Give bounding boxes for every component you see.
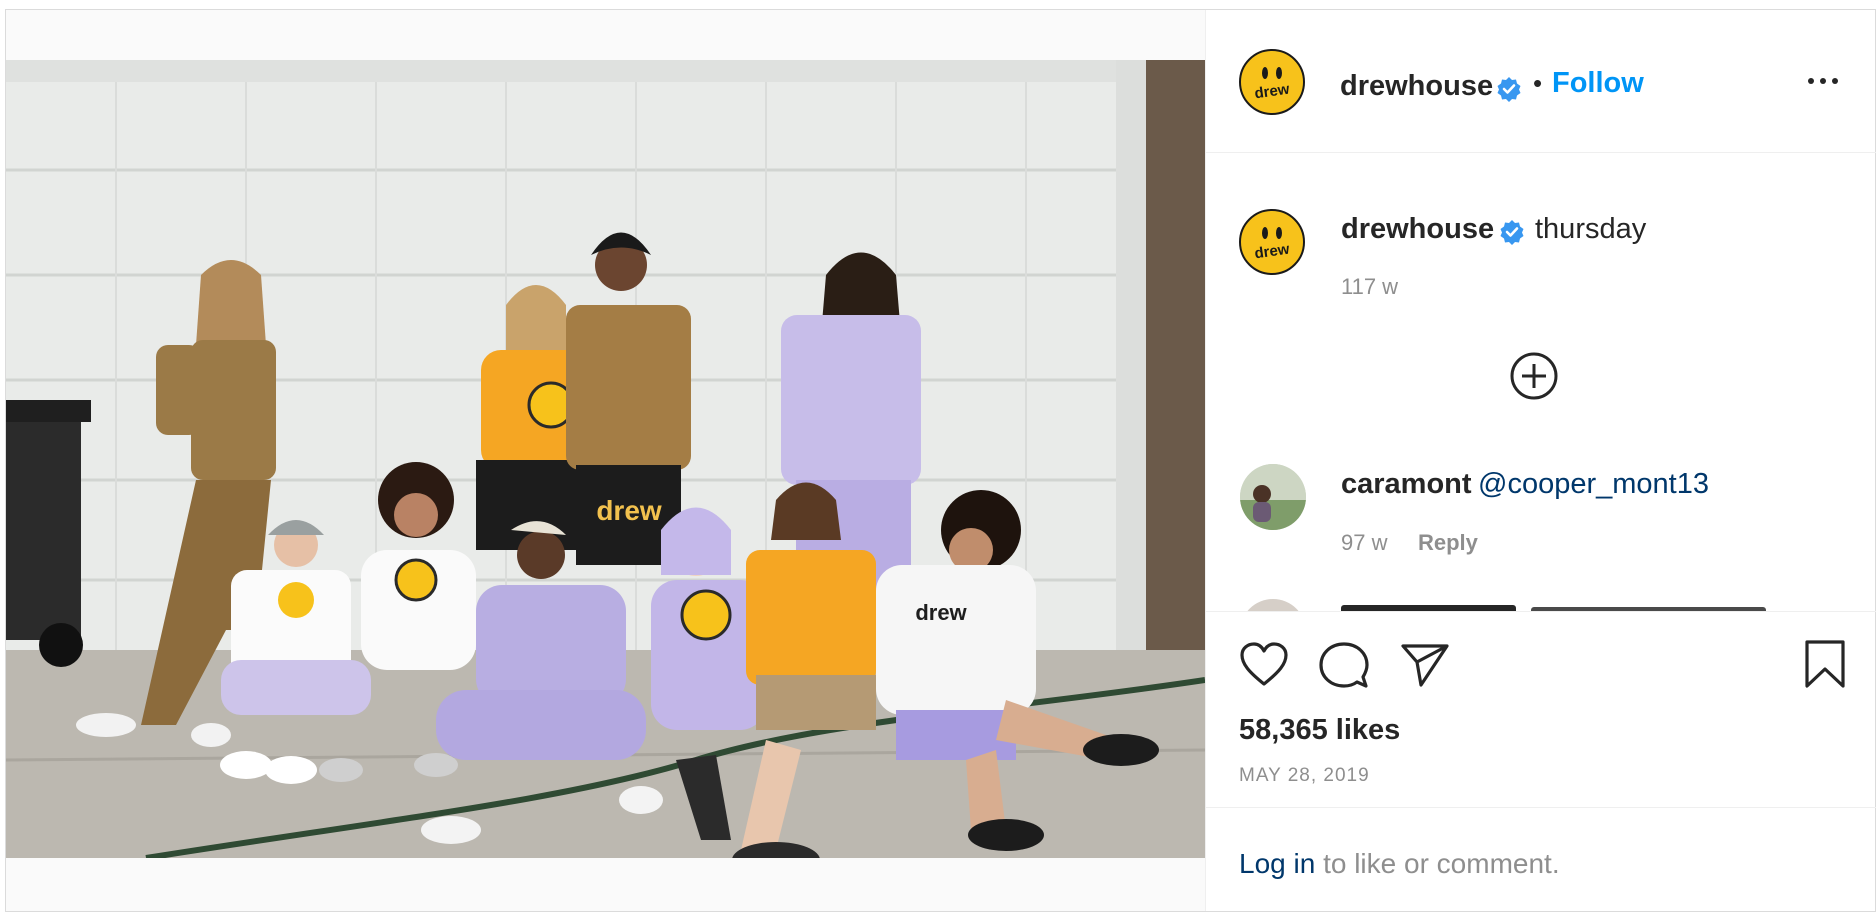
profile-photo-icon — [1240, 464, 1306, 530]
paper-plane-icon[interactable] — [1400, 642, 1450, 688]
login-prompt-rest: to like or comment. — [1315, 848, 1560, 879]
heart-icon[interactable] — [1239, 642, 1289, 688]
comment-username[interactable]: caramont — [1341, 468, 1472, 501]
shirt-drew-text: drew — [915, 600, 967, 625]
smiley-logo-icon: drew — [1253, 227, 1291, 263]
comment-bubble-icon[interactable] — [1319, 641, 1369, 689]
shorts-drew-text: drew — [596, 495, 662, 526]
group-photo-illustration: drew drew — [6, 60, 1205, 858]
clipped-comment-preview — [1341, 605, 1766, 611]
author-avatar[interactable]: drew — [1239, 49, 1305, 115]
comments-section: drew drewhouse thursday 117 w caramont @… — [1206, 153, 1876, 611]
likes-count[interactable]: 58,365 likes — [1239, 714, 1400, 747]
comment-mention[interactable]: @cooper_mont13 — [1478, 468, 1709, 501]
comment-time[interactable]: 97 w — [1341, 530, 1387, 556]
actions-section: 58,365 likes MAY 28, 2019 Log in to like… — [1206, 611, 1876, 911]
reply-button[interactable]: Reply — [1418, 530, 1478, 556]
commenter-avatar[interactable] — [1240, 464, 1306, 530]
caption-author-avatar[interactable]: drew — [1239, 209, 1305, 275]
caption-text: thursday — [1535, 213, 1647, 245]
plus-circle-icon[interactable] — [1509, 351, 1559, 401]
more-options-icon[interactable] — [1806, 74, 1840, 88]
post-header: drew drewhouse • Follow — [1206, 10, 1876, 153]
verified-badge-icon — [1497, 77, 1521, 102]
login-prompt-text: Log in to like or comment. — [1239, 848, 1560, 880]
caption-username[interactable]: drewhouse — [1341, 213, 1494, 246]
next-commenter-avatar[interactable] — [1240, 599, 1306, 611]
svg-text:drew: drew — [1253, 81, 1290, 103]
caption-time[interactable]: 117 w — [1341, 274, 1398, 300]
instagram-post: drew drew drew drewhouse • Follow drew d… — [5, 9, 1876, 912]
login-prompt: Log in to like or comment. — [1206, 807, 1876, 912]
smiley-logo-icon: drew — [1253, 67, 1291, 103]
post-date[interactable]: MAY 28, 2019 — [1239, 765, 1370, 787]
svg-text:drew: drew — [1253, 241, 1290, 263]
media-panel: drew drew — [6, 10, 1205, 911]
author-username[interactable]: drewhouse — [1340, 70, 1493, 103]
login-link[interactable]: Log in — [1239, 848, 1315, 879]
post-photo[interactable]: drew drew — [6, 60, 1205, 858]
separator-dot: • — [1533, 68, 1543, 98]
post-sidebar: drew drewhouse • Follow drew drewhouse t… — [1205, 10, 1876, 911]
bookmark-icon[interactable] — [1803, 639, 1847, 689]
follow-button[interactable]: Follow — [1552, 67, 1644, 100]
verified-badge-icon — [1500, 220, 1524, 245]
